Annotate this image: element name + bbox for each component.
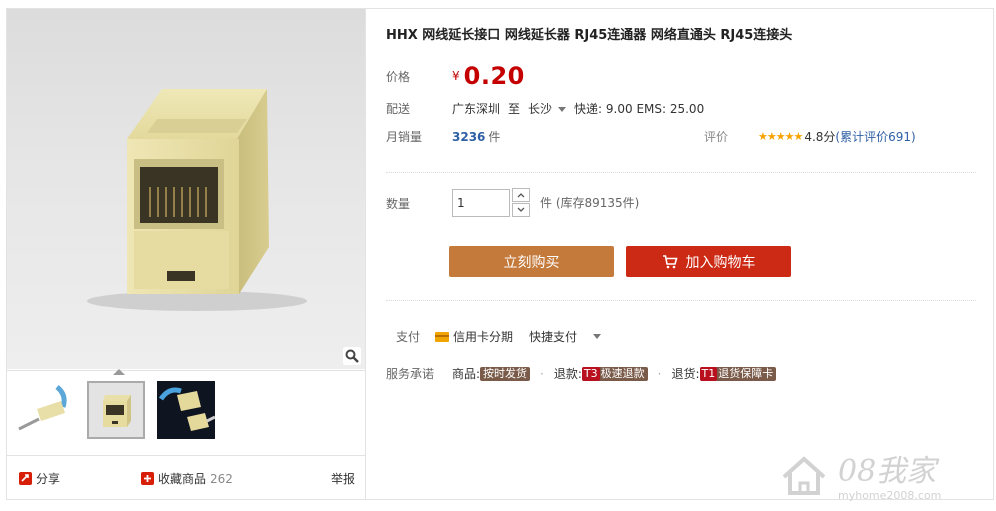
increase-button[interactable] [512,188,530,202]
favorite-label: 收藏商品 [158,472,207,486]
divider-2 [386,300,976,301]
rating-label: 评价 [704,130,729,144]
price-row: 价格 ¥ 0.20 [386,62,525,90]
gallery-actions: 分享 收藏商品 262 举报 [7,455,365,499]
goods-prefix: 商品: [452,367,481,381]
shipping-row: 配送 广东深圳 至 长沙 快递: 9.00 EMS: 25.00 [386,100,704,117]
quantity-input[interactable] [452,188,510,217]
payment-label: 支付 [396,330,421,344]
service-row: 服务承诺 商品: 按时发货 · 退款: T3 极速退款 · 退货: T1 退货保障卡 [386,365,777,382]
shipping-fees: 快递: 9.00 EMS: 25.00 [574,102,705,116]
product-title: HHX 网线延长接口 网线延长器 RJ45连通器 网络直通头 RJ45连接头 [386,28,793,43]
share-label: 分享 [36,472,61,486]
report-label: 举报 [331,472,356,486]
rating-stars-icon: ★★★★★ [758,130,803,143]
shipping-label: 配送 [386,102,411,116]
service-label: 服务承诺 [386,367,435,381]
ship-to-word: 至 [508,102,521,116]
quantity-label: 数量 [386,197,411,211]
report-link[interactable]: 举报 [331,470,355,487]
thumbnail-3[interactable] [157,381,215,439]
t1-tag: T1 [699,366,718,381]
ship-to-value: 长沙 [528,102,553,116]
quantity-stepper [512,188,530,217]
share-button[interactable]: 分享 [19,470,60,487]
on-time-badge[interactable]: 按时发货 [480,366,531,381]
svg-text:myhome2008.com: myhome2008.com [838,489,941,502]
add-to-cart-label: 加入购物车 [685,254,756,271]
watermark-logo: 08我家 myhome2008.com [778,443,978,503]
svg-text:08我家: 08我家 [838,454,940,489]
sales-row: 月销量 3236 件 [386,128,500,145]
favorite-count: 262 [210,471,233,486]
currency-symbol: ¥ [452,69,460,83]
separator-dot: · [540,366,544,381]
share-icon [19,472,32,485]
credit-installment[interactable]: 信用卡分期 [453,328,513,345]
ship-to-select[interactable]: 长沙 [528,100,574,117]
coupler-dark-thumb-icon [157,381,215,439]
divider-1 [386,172,976,173]
buy-now-button[interactable]: 立刻购买 [449,246,614,277]
price-value: 0.20 [463,62,525,90]
favorite-button[interactable]: 收藏商品 262 [141,470,233,487]
active-thumb-caret [113,369,125,375]
price-label: 价格 [386,69,411,84]
fast-refund-badge[interactable]: T3 极速退款 [581,366,648,381]
stock-info: 件 (库存89135件) [540,196,640,210]
buy-now-label: 立刻购买 [503,254,560,271]
return-guarantee-badge[interactable]: T1 退货保障卡 [699,366,777,381]
sales-unit: 件 [488,130,501,144]
quantity-row: 数量 件 (库存89135件) [386,188,639,217]
payment-chevron-down-icon[interactable] [593,334,602,339]
sales-label: 月销量 [386,130,423,144]
refund-prefix: 退款: [553,367,582,381]
cart-icon [662,254,678,269]
rating-block: 评价 ★★★★★ 4.8分 (累计评价691) [704,128,916,145]
zoom-icon[interactable] [343,347,361,365]
rating-score: 4.8分 [804,130,836,144]
thumbnail-strip [7,369,365,450]
quick-pay[interactable]: 快捷支付 [529,328,577,345]
main-product-image[interactable] [7,9,365,369]
thumbnail-1[interactable] [17,381,75,439]
credit-card-icon [435,331,449,342]
ship-from: 广东深圳 [452,102,501,116]
thumbnail-2[interactable] [87,381,145,439]
payment-row: 支付 信用卡分期 快捷支付 [396,328,609,345]
separator-dot-2: · [657,366,662,381]
cable-coupler-icon [17,381,75,439]
decrease-button[interactable] [512,203,530,217]
return-prefix: 退货: [671,367,700,381]
add-to-cart-button[interactable]: 加入购物车 [626,246,791,277]
chevron-down-icon [558,107,567,112]
rj45-coupler-image [87,89,307,311]
gallery: 分享 收藏商品 262 举报 [6,8,366,500]
t3-tag: T3 [581,366,600,381]
favorite-icon [141,472,154,485]
review-count-link[interactable]: (累计评价691) [835,128,915,145]
sales-count: 3236 [452,129,486,144]
house-logo-icon: 08我家 myhome2008.com [782,454,941,502]
coupler-thumb-icon [89,383,143,437]
